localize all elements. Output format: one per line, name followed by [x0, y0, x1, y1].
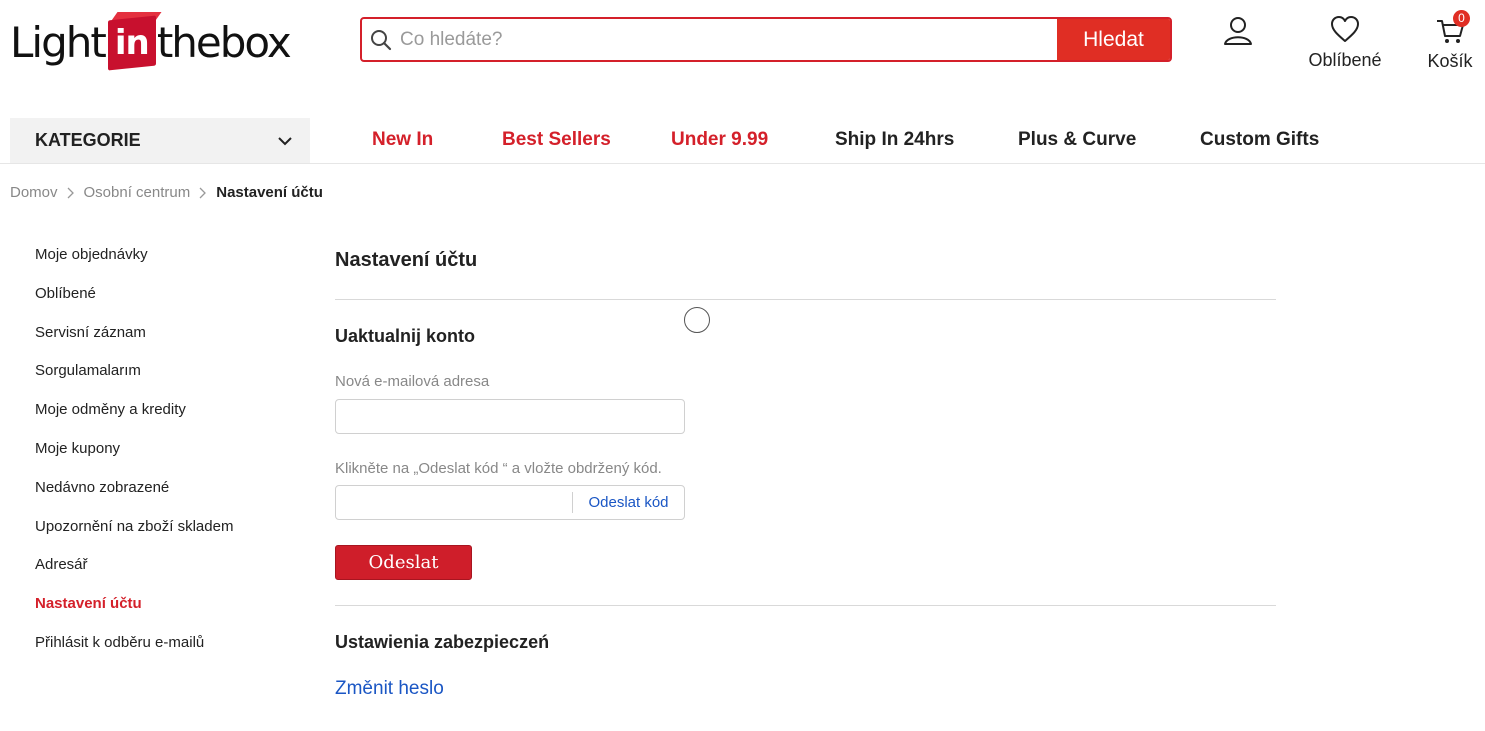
nav-custom-gifts[interactable]: Custom Gifts	[1200, 129, 1319, 151]
email-field-label: Nová e-mailová adresa	[335, 373, 490, 390]
divider	[335, 605, 1276, 606]
nav-plus-curve[interactable]: Plus & Curve	[1018, 129, 1136, 151]
category-label: KATEGORIE	[35, 130, 141, 150]
breadcrumb-personal-center[interactable]: Osobní centrum	[84, 184, 191, 201]
search-button[interactable]: Hledat	[1057, 19, 1170, 60]
send-code-button[interactable]: Odeslat kód	[572, 492, 684, 513]
sidebar-item-coupons[interactable]: Moje kupony	[35, 440, 233, 479]
divider	[335, 299, 1276, 300]
new-email-field[interactable]	[335, 399, 685, 434]
logo[interactable]: Light in thebox	[10, 12, 292, 74]
sidebar-item-rewards-credits[interactable]: Moje odměny a kredity	[35, 401, 233, 440]
search-bar: Hledat	[360, 17, 1172, 62]
breadcrumb-current: Nastavení účtu	[216, 184, 323, 201]
breadcrumb-home[interactable]: Domov	[10, 184, 58, 201]
nav-under-9-99[interactable]: Under 9.99	[671, 129, 768, 151]
breadcrumb: Domov Osobní centrum Nastavení účtu	[10, 184, 323, 201]
nav-best-sellers[interactable]: Best Sellers	[502, 129, 611, 151]
cart-icon	[1435, 20, 1465, 50]
update-account-heading: Uaktualnij konto	[335, 326, 476, 346]
sidebar-item-stock-alerts[interactable]: Upozornění na zboží skladem	[35, 518, 233, 557]
chevron-right-icon	[199, 187, 207, 199]
security-settings-heading: Ustawienia zabezpieczeń	[335, 632, 550, 652]
page-title: Nastavení účtu	[335, 249, 478, 271]
sidebar-item-recently-viewed[interactable]: Nedávno zobrazené	[35, 479, 233, 518]
sidebar-item-my-orders[interactable]: Moje objednávky	[35, 246, 233, 285]
verification-code-field[interactable]	[336, 486, 572, 519]
sidebar-item-favorites[interactable]: Oblíbené	[35, 285, 233, 324]
logo-cube: in	[106, 12, 162, 71]
cart-label: Košík	[1427, 51, 1473, 71]
chevron-down-icon	[278, 130, 292, 151]
category-dropdown[interactable]: KATEGORIE	[10, 118, 310, 163]
wishlist-button[interactable]: Oblíbené	[1300, 15, 1390, 71]
chevron-right-icon	[67, 187, 75, 199]
sidebar-item-account-settings[interactable]: Nastavení účtu	[35, 595, 233, 634]
logo-text-light: Light	[10, 18, 107, 67]
nav-ship-in-24hrs[interactable]: Ship In 24hrs	[835, 129, 954, 151]
sidebar-item-address-book[interactable]: Adresář	[35, 556, 233, 595]
verification-code-group: Odeslat kód	[335, 485, 685, 520]
sidebar-item-email-subscription[interactable]: Přihlásit k odběru e-mailů	[35, 634, 233, 673]
account-button[interactable]	[1220, 15, 1256, 52]
sidebar-item-service-records[interactable]: Servisní záznam	[35, 324, 233, 363]
search-icon	[362, 19, 400, 60]
wishlist-label: Oblíbené	[1308, 50, 1382, 70]
logo-text-thebox: thebox	[156, 18, 292, 67]
submit-button[interactable]: Odeslat	[335, 545, 472, 580]
loading-spinner-icon	[684, 307, 710, 333]
nav-new-in[interactable]: New In	[372, 129, 433, 151]
logo-text-in: in	[114, 23, 150, 63]
code-instruction-label: Klikněte na „Odeslat kód “ a vložte obdr…	[335, 460, 662, 477]
user-icon	[1222, 17, 1254, 51]
heart-icon	[1330, 16, 1360, 47]
account-sidebar: Moje objednávky Oblíbené Servisní záznam…	[35, 246, 233, 673]
nav-divider	[0, 163, 1485, 164]
cart-count-badge: 0	[1453, 10, 1470, 27]
change-password-link[interactable]: Změnit heslo	[335, 678, 444, 700]
cart-button[interactable]: 0 Košík	[1420, 10, 1480, 72]
search-input[interactable]	[400, 19, 1057, 60]
sidebar-item-inquiries[interactable]: Sorgulamalarım	[35, 362, 233, 401]
